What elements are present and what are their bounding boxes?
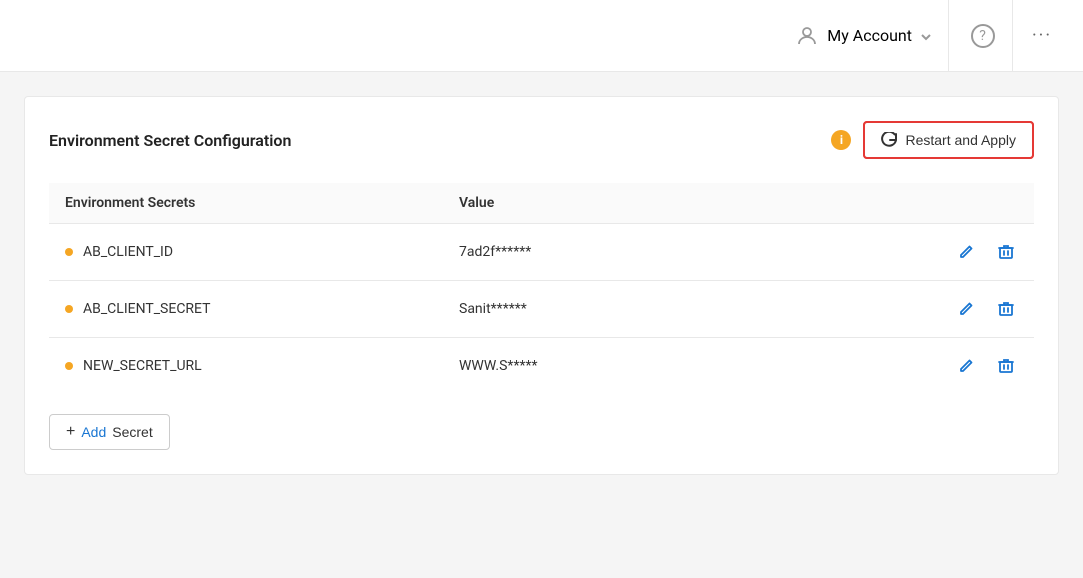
col-header-value: Value bbox=[443, 183, 837, 224]
help-icon: ? bbox=[971, 24, 995, 48]
table-row: AB_CLIENT_ID 7ad2f****** bbox=[49, 224, 1034, 281]
ellipsis-icon: ··· bbox=[1032, 25, 1052, 46]
config-card: Environment Secret Configuration i Resta… bbox=[24, 96, 1059, 475]
col-header-actions bbox=[837, 183, 1034, 224]
secret-value-cell-1: Sanit****** bbox=[443, 281, 837, 338]
plus-icon: + bbox=[66, 423, 75, 441]
account-label: My Account bbox=[827, 26, 912, 45]
actions-cell-0 bbox=[837, 224, 1034, 281]
edit-button-0[interactable] bbox=[954, 240, 978, 264]
card-title: Environment Secret Configuration bbox=[49, 131, 291, 150]
main-content: Environment Secret Configuration i Resta… bbox=[0, 72, 1083, 578]
card-header: Environment Secret Configuration i Resta… bbox=[49, 121, 1034, 159]
chevron-down-icon bbox=[920, 26, 932, 45]
secret-label: Secret bbox=[112, 424, 152, 440]
status-dot bbox=[65, 362, 73, 370]
help-button[interactable]: ? bbox=[953, 0, 1013, 71]
secret-value-cell-2: WWW.S***** bbox=[443, 338, 837, 395]
delete-button-0[interactable] bbox=[994, 240, 1018, 264]
edit-button-2[interactable] bbox=[954, 354, 978, 378]
col-header-name: Environment Secrets bbox=[49, 183, 443, 224]
delete-button-1[interactable] bbox=[994, 297, 1018, 321]
secret-name: AB_CLIENT_ID bbox=[83, 244, 173, 260]
table-row: NEW_SECRET_URL WWW.S***** bbox=[49, 338, 1034, 395]
info-icon: i bbox=[831, 130, 851, 150]
navbar: My Account ? ··· bbox=[0, 0, 1083, 72]
restart-button-label: Restart and Apply bbox=[905, 132, 1016, 148]
secret-value-cell-0: 7ad2f****** bbox=[443, 224, 837, 281]
secret-name: NEW_SECRET_URL bbox=[83, 358, 202, 374]
status-dot bbox=[65, 305, 73, 313]
more-options-button[interactable]: ··· bbox=[1017, 0, 1067, 71]
table-row: AB_CLIENT_SECRET Sanit****** bbox=[49, 281, 1034, 338]
status-dot bbox=[65, 248, 73, 256]
my-account-button[interactable]: My Account bbox=[779, 0, 949, 71]
card-header-right: i Restart and Apply bbox=[831, 121, 1034, 159]
table-header-row: Environment Secrets Value bbox=[49, 183, 1034, 224]
user-icon bbox=[795, 24, 819, 48]
secret-name: AB_CLIENT_SECRET bbox=[83, 301, 211, 317]
secret-name-cell-0: AB_CLIENT_ID bbox=[49, 224, 443, 281]
actions-cell-1 bbox=[837, 281, 1034, 338]
secret-name-cell-2: NEW_SECRET_URL bbox=[49, 338, 443, 395]
delete-button-2[interactable] bbox=[994, 354, 1018, 378]
restart-and-apply-button[interactable]: Restart and Apply bbox=[863, 121, 1034, 159]
add-label-blue: Add bbox=[81, 424, 106, 440]
secrets-table: Environment Secrets Value AB_CLIENT_ID 7… bbox=[49, 183, 1034, 394]
restart-icon bbox=[881, 131, 897, 149]
actions-cell-2 bbox=[837, 338, 1034, 395]
secret-name-cell-1: AB_CLIENT_SECRET bbox=[49, 281, 443, 338]
edit-button-1[interactable] bbox=[954, 297, 978, 321]
add-secret-button[interactable]: + Add Secret bbox=[49, 414, 170, 450]
